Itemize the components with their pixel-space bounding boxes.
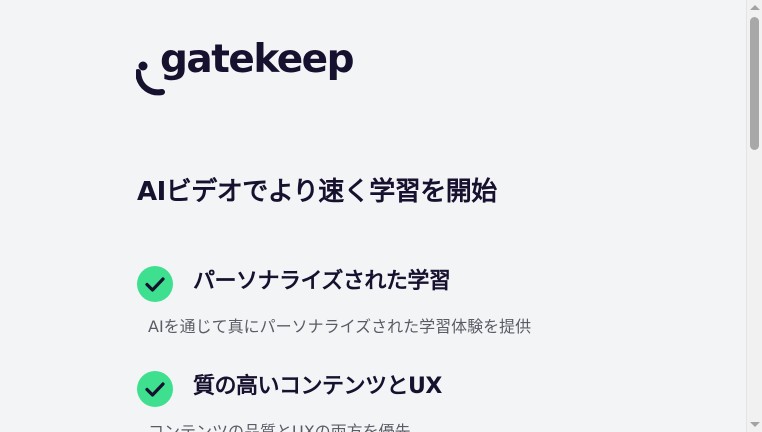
page-headline: AIビデオでより速く学習を開始 [137,177,497,207]
scrollbar-thumb[interactable] [750,17,759,150]
scroll-up-arrow-icon[interactable] [750,5,760,10]
check-circle-icon [137,266,173,302]
feature-description: AIを通じて真にパーソナライズされた学習体験を提供 [148,317,532,336]
gatekeep-logo[interactable]: gatekeep [136,36,358,96]
page: gatekeep AIビデオでより速く学習を開始 パーソナライズされた学習 AI… [0,0,762,432]
feature-title: パーソナライズされた学習 [193,269,451,294]
logo-wordmark: gatekeep [160,37,355,82]
main-content: gatekeep AIビデオでより速く学習を開始 パーソナライズされた学習 AI… [0,0,746,432]
check-circle-icon [137,371,173,407]
vertical-scrollbar[interactable] [746,0,762,432]
scroll-down-arrow-icon[interactable] [750,422,760,427]
feature-description: コンテンツの品質とUXの両方を優先 [148,422,411,432]
feature-title: 質の高いコンテンツとUX [193,374,442,399]
